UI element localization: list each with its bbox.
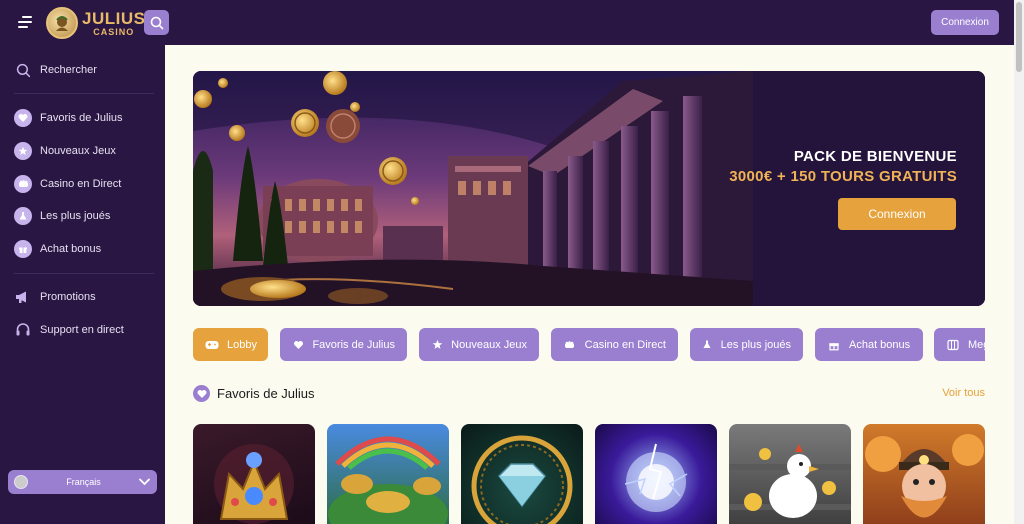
tab-label: Les plus joués bbox=[720, 338, 791, 351]
sidebar-item-label: Casino en Direct bbox=[40, 178, 122, 190]
cards-icon bbox=[14, 175, 32, 193]
tab-meg[interactable]: Meg bbox=[934, 328, 985, 361]
tab-label: Favoris de Julius bbox=[312, 338, 395, 351]
section-header: Favoris de Julius Voir tous bbox=[193, 383, 985, 403]
star-icon bbox=[431, 338, 443, 352]
flask-icon bbox=[14, 207, 32, 225]
banner-login-button[interactable]: Connexion bbox=[838, 198, 956, 230]
sidebar-item-label: Promotions bbox=[40, 291, 96, 303]
sidebar-item-label: Support en direct bbox=[40, 324, 124, 336]
tab-label: Meg bbox=[968, 338, 985, 351]
chevron-down-icon bbox=[139, 478, 150, 486]
sidebar-item-label: Favoris de Julius bbox=[40, 112, 123, 124]
heart-icon bbox=[292, 338, 304, 352]
gamepad-icon bbox=[205, 338, 219, 352]
game-thumbnail bbox=[214, 444, 294, 524]
sidebar-item-achat-bonus[interactable]: Achat bonus bbox=[14, 238, 101, 260]
login-button[interactable]: Connexion bbox=[931, 10, 999, 35]
sidebar-divider bbox=[14, 93, 154, 94]
search-icon bbox=[150, 16, 163, 29]
sidebar-item-casino-direct[interactable]: Casino en Direct bbox=[14, 173, 121, 195]
game-tile[interactable] bbox=[327, 424, 449, 524]
sidebar: Rechercher Favoris de Julius Nouveaux Je… bbox=[0, 45, 165, 524]
sidebar-item-support[interactable]: Support en direct bbox=[14, 319, 124, 341]
logo[interactable]: JULIUS CASINO bbox=[46, 6, 145, 40]
scrollbar-thumb[interactable] bbox=[1016, 2, 1022, 72]
tab-label: Nouveaux Jeux bbox=[451, 338, 527, 351]
heart-icon bbox=[14, 109, 32, 127]
sidebar-item-label: Nouveaux Jeux bbox=[40, 145, 116, 157]
language-label: Français bbox=[66, 477, 101, 487]
gift-icon bbox=[14, 240, 32, 258]
top-bar: JULIUS CASINO Connexion bbox=[0, 0, 1014, 45]
game-tile[interactable] bbox=[863, 424, 985, 524]
sidebar-item-nouveaux-jeux[interactable]: Nouveaux Jeux bbox=[14, 140, 116, 162]
sidebar-item-label: Les plus joués bbox=[40, 210, 111, 222]
game-tile[interactable] bbox=[729, 424, 851, 524]
julius-medal-icon bbox=[46, 7, 78, 39]
star-icon bbox=[14, 142, 32, 160]
tab-lobby[interactable]: Lobby bbox=[193, 328, 268, 361]
sidebar-item-plus-joues[interactable]: Les plus joués bbox=[14, 205, 110, 227]
game-tile[interactable] bbox=[193, 424, 315, 524]
logo-text-sub: CASINO bbox=[93, 26, 135, 37]
tab-label: Casino en Direct bbox=[584, 338, 666, 351]
cards-icon bbox=[563, 338, 577, 352]
welcome-banner[interactable]: PACK DE BIENVENUE 3000€ + 150 TOURS GRAT… bbox=[193, 71, 985, 306]
language-selector[interactable]: Français bbox=[8, 470, 157, 494]
main-content: PACK DE BIENVENUE 3000€ + 150 TOURS GRAT… bbox=[165, 45, 1014, 524]
tab-label: Lobby bbox=[227, 338, 257, 351]
tab-plus-joues[interactable]: Les plus joués bbox=[690, 328, 803, 361]
tab-nouveaux-jeux[interactable]: Nouveaux Jeux bbox=[419, 328, 539, 361]
banner-title: PACK DE BIENVENUE bbox=[793, 148, 957, 165]
heart-icon bbox=[193, 385, 210, 402]
logo-text-main: JULIUS bbox=[82, 8, 146, 28]
search-button[interactable] bbox=[144, 10, 169, 35]
game-thumbnail bbox=[729, 444, 851, 518]
banner-illustration bbox=[193, 71, 985, 306]
game-tile[interactable] bbox=[461, 424, 583, 524]
game-thumbnail bbox=[624, 443, 688, 512]
headset-icon bbox=[14, 321, 32, 339]
tab-achat-bonus[interactable]: Achat bonus bbox=[815, 328, 923, 361]
game-thumbnail bbox=[865, 434, 984, 518]
sidebar-item-promotions[interactable]: Promotions bbox=[14, 286, 96, 308]
banner-text: PACK DE BIENVENUE 3000€ + 150 TOURS GRAT… bbox=[729, 148, 957, 185]
sidebar-item-favoris[interactable]: Favoris de Julius bbox=[14, 107, 123, 129]
category-tabs: Lobby Favoris de Julius Nouveaux Jeux Ca… bbox=[193, 328, 985, 362]
tab-casino-direct[interactable]: Casino en Direct bbox=[551, 328, 678, 361]
gift-icon bbox=[827, 338, 841, 352]
page-scrollbar[interactable] bbox=[1014, 0, 1024, 524]
tab-label: Achat bonus bbox=[849, 338, 911, 351]
game-thumbnail bbox=[328, 436, 448, 524]
flask-icon bbox=[702, 338, 713, 352]
sidebar-search[interactable]: Rechercher bbox=[14, 59, 97, 81]
slot-icon bbox=[946, 338, 960, 352]
flag-icon bbox=[14, 475, 28, 489]
hamburger-icon[interactable] bbox=[18, 13, 36, 31]
tab-favoris[interactable]: Favoris de Julius bbox=[280, 328, 407, 361]
banner-subtitle: 3000€ + 150 TOURS GRATUITS bbox=[729, 168, 957, 185]
game-thumbnail bbox=[471, 435, 573, 524]
section-title: Favoris de Julius bbox=[217, 386, 315, 401]
search-icon bbox=[14, 61, 32, 79]
see-all-link[interactable]: Voir tous bbox=[942, 387, 985, 399]
sidebar-item-label: Achat bonus bbox=[40, 243, 102, 255]
game-tile[interactable] bbox=[595, 424, 717, 524]
megaphone-icon bbox=[14, 288, 32, 306]
sidebar-search-label: Rechercher bbox=[40, 64, 97, 76]
sidebar-divider bbox=[14, 273, 154, 274]
